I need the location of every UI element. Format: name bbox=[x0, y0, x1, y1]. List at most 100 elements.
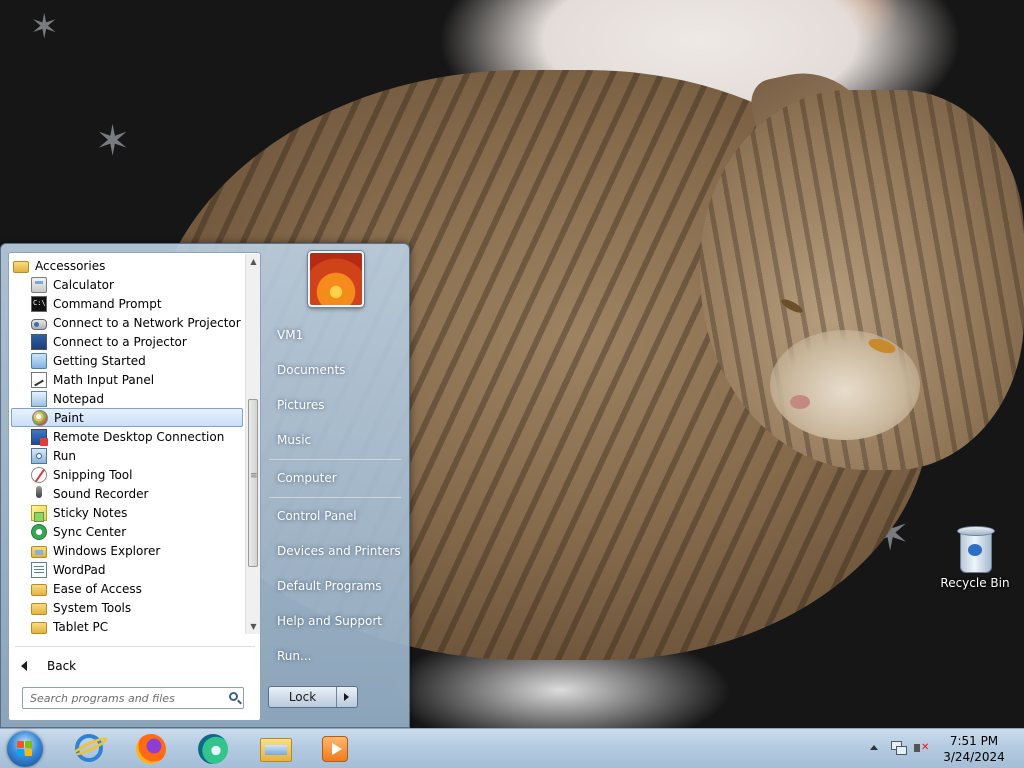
program-item-label: Run bbox=[53, 448, 77, 463]
start-link-devices-printers[interactable]: Devices and Printers bbox=[277, 544, 401, 558]
scrollbar-thumb[interactable] bbox=[248, 399, 258, 567]
taskbar-app-firefox[interactable] bbox=[125, 732, 175, 766]
sticky-notes-icon bbox=[31, 504, 47, 522]
program-item-label: Snipping Tool bbox=[53, 467, 133, 482]
lock-button-label[interactable]: Lock bbox=[269, 687, 337, 707]
taskbar-app-internet-explorer[interactable] bbox=[64, 732, 114, 766]
clock-time: 7:51 PM bbox=[949, 734, 999, 748]
program-item-notepad[interactable]: Notepad bbox=[9, 389, 245, 408]
program-item-label: Tablet PC bbox=[53, 619, 109, 634]
explorer-icon bbox=[31, 546, 47, 558]
program-item-command-prompt[interactable]: Command Prompt bbox=[9, 294, 245, 313]
wallpaper-star: ✶ bbox=[95, 116, 131, 165]
taskbar-clock[interactable]: 7:51 PM 3/24/2024 bbox=[939, 733, 1009, 765]
start-link-default-programs[interactable]: Default Programs bbox=[277, 579, 382, 593]
start-link-user[interactable]: VM1 bbox=[277, 328, 303, 342]
back-button-label: Back bbox=[47, 659, 77, 673]
windows-explorer-icon bbox=[260, 738, 292, 762]
remote-desktop-icon bbox=[31, 428, 48, 446]
start-menu-programs-pane: Accessories Calculator Command Prompt Co… bbox=[8, 252, 261, 721]
start-link-control-panel[interactable]: Control Panel bbox=[277, 509, 357, 523]
folder-icon bbox=[13, 261, 29, 273]
programs-scrollbar[interactable]: ▲ ▼ bbox=[245, 254, 260, 634]
start-link-pictures[interactable]: Pictures bbox=[277, 398, 325, 412]
windows-logo-icon bbox=[17, 741, 33, 757]
program-item-label: Connect to a Network Projector bbox=[53, 315, 241, 330]
start-link-help-support[interactable]: Help and Support bbox=[277, 614, 382, 628]
program-item-system-tools[interactable]: System Tools bbox=[9, 598, 245, 617]
desktop-icon-recycle-bin[interactable]: Recycle Bin bbox=[938, 526, 1012, 590]
program-item-paint[interactable]: Paint bbox=[11, 408, 243, 427]
program-item-tablet-pc[interactable]: Tablet PC bbox=[9, 617, 245, 636]
program-item-label: Ease of Access bbox=[53, 581, 142, 596]
lock-button[interactable]: Lock bbox=[268, 686, 358, 708]
program-item-snipping-tool[interactable]: Snipping Tool bbox=[9, 465, 245, 484]
start-button[interactable] bbox=[7, 731, 43, 767]
start-menu: Accessories Calculator Command Prompt Co… bbox=[0, 243, 410, 728]
all-programs-list[interactable]: Accessories Calculator Command Prompt Co… bbox=[9, 255, 245, 636]
media-player-icon bbox=[322, 736, 348, 762]
program-item-projector[interactable]: Connect to a Projector bbox=[9, 332, 245, 351]
microphone-icon bbox=[31, 485, 47, 502]
program-item-label: Connect to a Projector bbox=[53, 334, 187, 349]
command-prompt-icon bbox=[31, 295, 47, 312]
program-item-label: Windows Explorer bbox=[53, 543, 161, 558]
start-link-music[interactable]: Music bbox=[277, 433, 311, 447]
program-item-network-projector[interactable]: Connect to a Network Projector bbox=[9, 313, 245, 332]
desktop-icon-label: Recycle Bin bbox=[940, 576, 1010, 590]
scroll-up-arrow-icon[interactable]: ▲ bbox=[246, 254, 261, 269]
divider bbox=[15, 646, 255, 647]
search-icon[interactable] bbox=[229, 692, 238, 701]
folder-icon bbox=[31, 622, 47, 634]
program-item-ease-of-access[interactable]: Ease of Access bbox=[9, 579, 245, 598]
start-link-run[interactable]: Run... bbox=[277, 649, 311, 663]
shutdown-options-arrow-icon[interactable] bbox=[337, 687, 357, 707]
taskbar-app-media-player[interactable] bbox=[310, 732, 360, 766]
program-item-wordpad[interactable]: WordPad bbox=[9, 560, 245, 579]
user-avatar[interactable] bbox=[308, 251, 364, 307]
program-item-getting-started[interactable]: Getting Started bbox=[9, 351, 245, 370]
program-item-calculator[interactable]: Calculator bbox=[9, 275, 245, 294]
getting-started-icon bbox=[31, 352, 47, 369]
program-item-run[interactable]: Run bbox=[9, 446, 245, 465]
projector-icon bbox=[31, 333, 47, 350]
volume-muted-icon[interactable] bbox=[914, 741, 930, 755]
program-item-label: System Tools bbox=[53, 600, 132, 615]
run-icon bbox=[31, 447, 47, 464]
sync-icon bbox=[31, 523, 47, 540]
program-item-label: Paint bbox=[54, 410, 84, 425]
show-hidden-icons-chevron-icon[interactable] bbox=[870, 745, 878, 750]
search-input[interactable] bbox=[23, 688, 226, 708]
taskbar-app-windows-explorer[interactable] bbox=[250, 732, 300, 766]
program-item-label: Sync Center bbox=[53, 524, 127, 539]
program-item-sound-recorder[interactable]: Sound Recorder bbox=[9, 484, 245, 503]
start-link-documents[interactable]: Documents bbox=[277, 363, 345, 377]
program-item-label: Math Input Panel bbox=[53, 372, 155, 387]
internet-explorer-icon bbox=[75, 734, 103, 762]
paint-icon bbox=[32, 409, 48, 426]
snipping-tool-icon bbox=[31, 466, 47, 483]
taskbar-app-edge[interactable] bbox=[187, 732, 237, 766]
back-arrow-icon bbox=[21, 661, 27, 671]
firefox-icon bbox=[136, 734, 166, 764]
program-item-label: Command Prompt bbox=[53, 296, 162, 311]
divider bbox=[269, 459, 401, 461]
program-item-label: WordPad bbox=[53, 562, 106, 577]
program-item-label: Notepad bbox=[53, 391, 104, 406]
scroll-down-arrow-icon[interactable]: ▼ bbox=[246, 619, 261, 634]
program-item-math-input-panel[interactable]: Math Input Panel bbox=[9, 370, 245, 389]
program-item-remote-desktop[interactable]: Remote Desktop Connection bbox=[9, 427, 245, 446]
program-item-accessories[interactable]: Accessories bbox=[9, 256, 245, 275]
program-item-windows-explorer[interactable]: Windows Explorer bbox=[9, 541, 245, 560]
wordpad-icon bbox=[31, 561, 47, 578]
start-link-computer[interactable]: Computer bbox=[277, 471, 337, 485]
program-item-sticky-notes[interactable]: Sticky Notes bbox=[9, 503, 245, 522]
search-box[interactable] bbox=[22, 687, 244, 709]
program-item-label: Sound Recorder bbox=[53, 486, 149, 501]
wallpaper-cat-nose bbox=[790, 395, 810, 409]
network-icon[interactable] bbox=[891, 741, 907, 755]
program-item-sync-center[interactable]: Sync Center bbox=[9, 522, 245, 541]
program-item-label: Sticky Notes bbox=[53, 505, 128, 520]
program-item-label: Accessories bbox=[35, 258, 106, 273]
back-button[interactable]: Back bbox=[17, 655, 253, 677]
